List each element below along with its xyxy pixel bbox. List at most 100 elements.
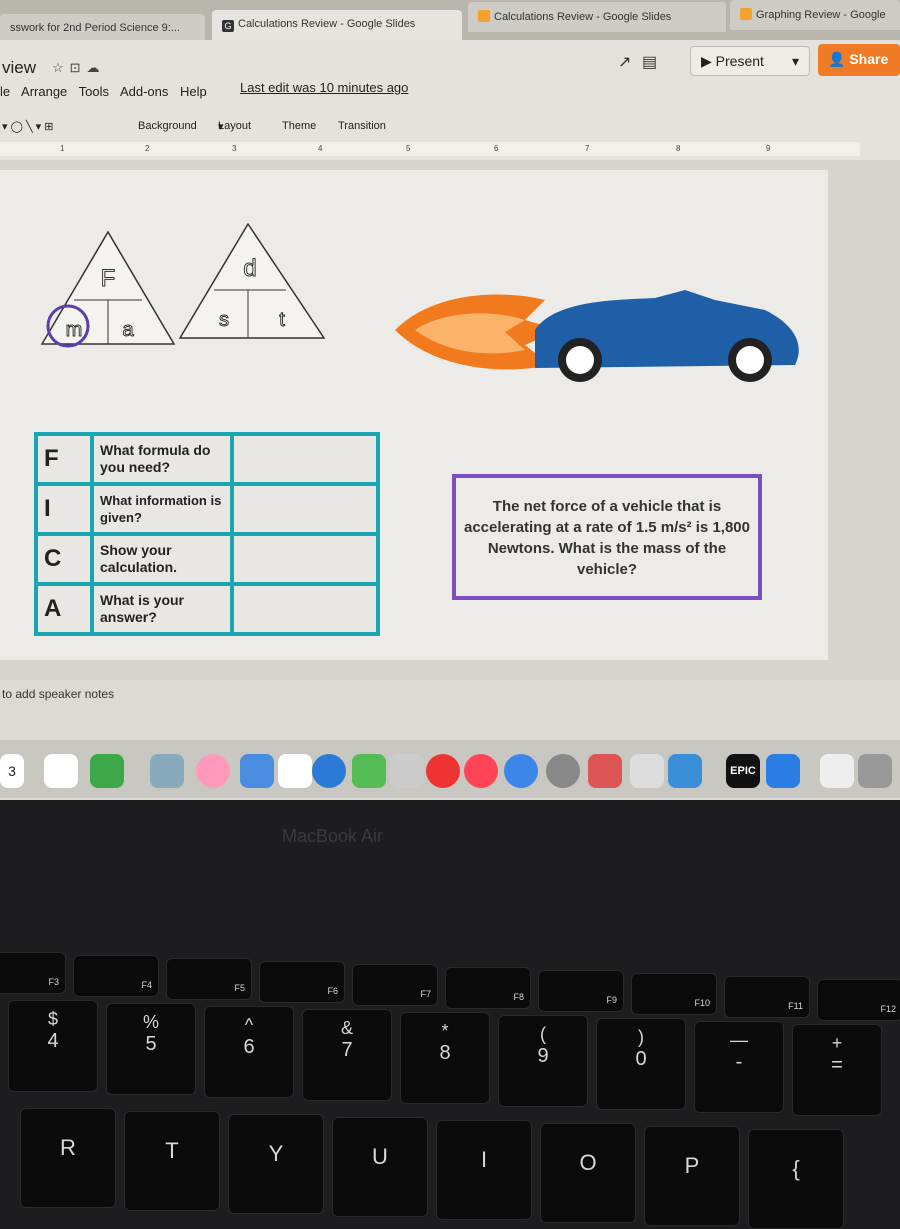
slide-canvas: F m a d s t F What formula do you need? … xyxy=(0,160,900,680)
macbook-label: MacBook Air xyxy=(282,826,384,846)
key-letter[interactable]: R xyxy=(20,1108,116,1208)
key-fn[interactable]: F8 xyxy=(445,967,531,1009)
key-letter[interactable]: Y xyxy=(228,1114,324,1214)
key-label: 9 xyxy=(537,1045,549,1067)
key-number[interactable]: % 5 xyxy=(106,1003,196,1095)
fica-answer-cell[interactable] xyxy=(234,536,376,582)
layout-button[interactable]: Layout ▾ xyxy=(218,120,251,133)
key-label: 6 xyxy=(243,1036,255,1058)
key-shift-label: $ xyxy=(47,1009,58,1029)
chevron-down-icon[interactable]: ▾ xyxy=(792,53,799,70)
present-icon: ▶ xyxy=(701,53,716,69)
key-label: F4 xyxy=(141,980,152,990)
calendar-app-icon[interactable] xyxy=(278,754,312,788)
key-label: - xyxy=(735,1051,743,1073)
background-button[interactable]: Background xyxy=(138,120,197,132)
facetime-icon[interactable] xyxy=(90,754,124,788)
key-shift-label: — xyxy=(730,1030,748,1050)
menu-bar: le Arrange Tools Add-ons Help xyxy=(0,84,215,99)
star-move-cloud-icons[interactable]: ☆⊡☁ xyxy=(52,60,106,76)
key-number[interactable]: & 7 xyxy=(302,1009,392,1101)
last-edit-link[interactable]: Last edit was 10 minutes ago xyxy=(240,80,408,95)
system-preferences-icon[interactable] xyxy=(546,754,580,788)
app-store-icon[interactable] xyxy=(504,754,538,788)
preview-icon[interactable] xyxy=(150,754,184,788)
slide[interactable]: F m a d s t F What formula do you need? … xyxy=(0,170,828,660)
key-fn[interactable]: F10 xyxy=(631,973,717,1015)
key-label: F12 xyxy=(880,1004,896,1014)
comments-icon[interactable]: ▤ xyxy=(642,52,657,72)
keynote-icon[interactable] xyxy=(390,754,424,788)
epic-games-icon[interactable]: EPIC xyxy=(726,754,760,788)
key-number[interactable]: $4 xyxy=(8,1000,98,1092)
key-number[interactable]: — - xyxy=(694,1021,784,1113)
app-icon[interactable] xyxy=(668,754,702,788)
photo-booth-icon[interactable] xyxy=(588,754,622,788)
downloads-icon[interactable] xyxy=(820,754,854,788)
key-letter[interactable]: T xyxy=(124,1111,220,1211)
key-fn[interactable]: F4 xyxy=(73,955,159,997)
key-number[interactable]: ^ 6 xyxy=(204,1006,294,1098)
numbers-icon[interactable] xyxy=(352,754,386,788)
fica-answer-cell[interactable] xyxy=(234,436,376,482)
present-button[interactable]: ▶ Present ▾ xyxy=(690,46,810,76)
share-button[interactable]: 👤 Share xyxy=(818,44,900,76)
key-label: F9 xyxy=(606,995,617,1005)
theme-button[interactable]: Theme xyxy=(282,120,316,132)
safari-icon[interactable] xyxy=(312,754,346,788)
key-number[interactable]: + = xyxy=(792,1024,882,1116)
transition-button[interactable]: Transition xyxy=(338,120,386,132)
calendar-icon[interactable]: 3 xyxy=(0,754,24,788)
key-letter[interactable]: { xyxy=(748,1129,844,1229)
key-label: F10 xyxy=(694,998,710,1008)
messages-icon[interactable] xyxy=(240,754,274,788)
news-icon[interactable] xyxy=(426,754,460,788)
key-label: F11 xyxy=(788,1001,803,1011)
browser-tab[interactable]: Graphing Review - Google xyxy=(730,0,900,30)
menu-slide[interactable]: le xyxy=(0,84,10,99)
music-icon[interactable] xyxy=(464,754,498,788)
key-fn[interactable]: F5 xyxy=(166,958,252,1000)
key-letter[interactable]: I xyxy=(436,1120,532,1220)
key-number[interactable]: (9 xyxy=(498,1015,588,1107)
key-number[interactable]: ) 0 xyxy=(596,1018,686,1110)
key-fn[interactable]: F7 xyxy=(352,964,438,1006)
key-fn[interactable]: F3 xyxy=(0,952,66,994)
tab-label: Graphing Review - Google xyxy=(756,9,886,21)
key-fn[interactable]: F6 xyxy=(259,961,345,1003)
fica-answer-cell[interactable] xyxy=(234,586,376,632)
key-letter[interactable]: P xyxy=(644,1126,740,1226)
key-letter[interactable]: U xyxy=(332,1117,428,1217)
key-fn[interactable]: F12 xyxy=(817,979,900,1021)
tri-left: m xyxy=(66,319,83,341)
tri-left: s xyxy=(219,309,229,331)
zoom-icon[interactable] xyxy=(766,754,800,788)
trash-icon[interactable] xyxy=(858,754,892,788)
menu-arrange[interactable]: Arrange xyxy=(21,84,67,99)
dock: 3 EPIC xyxy=(0,740,900,798)
key-number[interactable]: * 8 xyxy=(400,1012,490,1104)
key-fn[interactable]: F11 xyxy=(724,976,810,1018)
menu-help[interactable]: Help xyxy=(180,84,207,99)
photos-icon[interactable] xyxy=(196,754,230,788)
race-car-image xyxy=(395,290,799,382)
menu-tools[interactable]: Tools xyxy=(79,84,109,99)
menu-addons[interactable]: Add-ons xyxy=(120,84,168,99)
shape-tools-icons[interactable]: ▾ ◯ ╲ ▾ ⊞ xyxy=(2,120,53,133)
speaker-notes[interactable]: to add speaker notes xyxy=(2,687,114,701)
reminders-icon[interactable] xyxy=(44,754,78,788)
doc-title[interactable]: view xyxy=(2,58,36,78)
browser-tab-active[interactable]: G Calculations Review - Google Slides xyxy=(212,10,462,40)
key-letter[interactable]: O xyxy=(540,1123,636,1223)
fica-question: What information is given? xyxy=(94,486,230,532)
fica-letter: I xyxy=(38,486,90,532)
fica-answer-cell[interactable] xyxy=(234,486,376,532)
key-fn[interactable]: F9 xyxy=(538,970,624,1012)
slides-icon xyxy=(478,10,490,22)
browser-tab[interactable]: Calculations Review - Google Slides xyxy=(468,2,726,32)
person-icon: 👤 xyxy=(828,51,846,67)
notes-icon[interactable] xyxy=(630,754,664,788)
activity-icon[interactable]: ↗ xyxy=(618,52,631,72)
key-shift-label: * xyxy=(441,1021,449,1041)
key-label: 4 xyxy=(47,1030,59,1052)
